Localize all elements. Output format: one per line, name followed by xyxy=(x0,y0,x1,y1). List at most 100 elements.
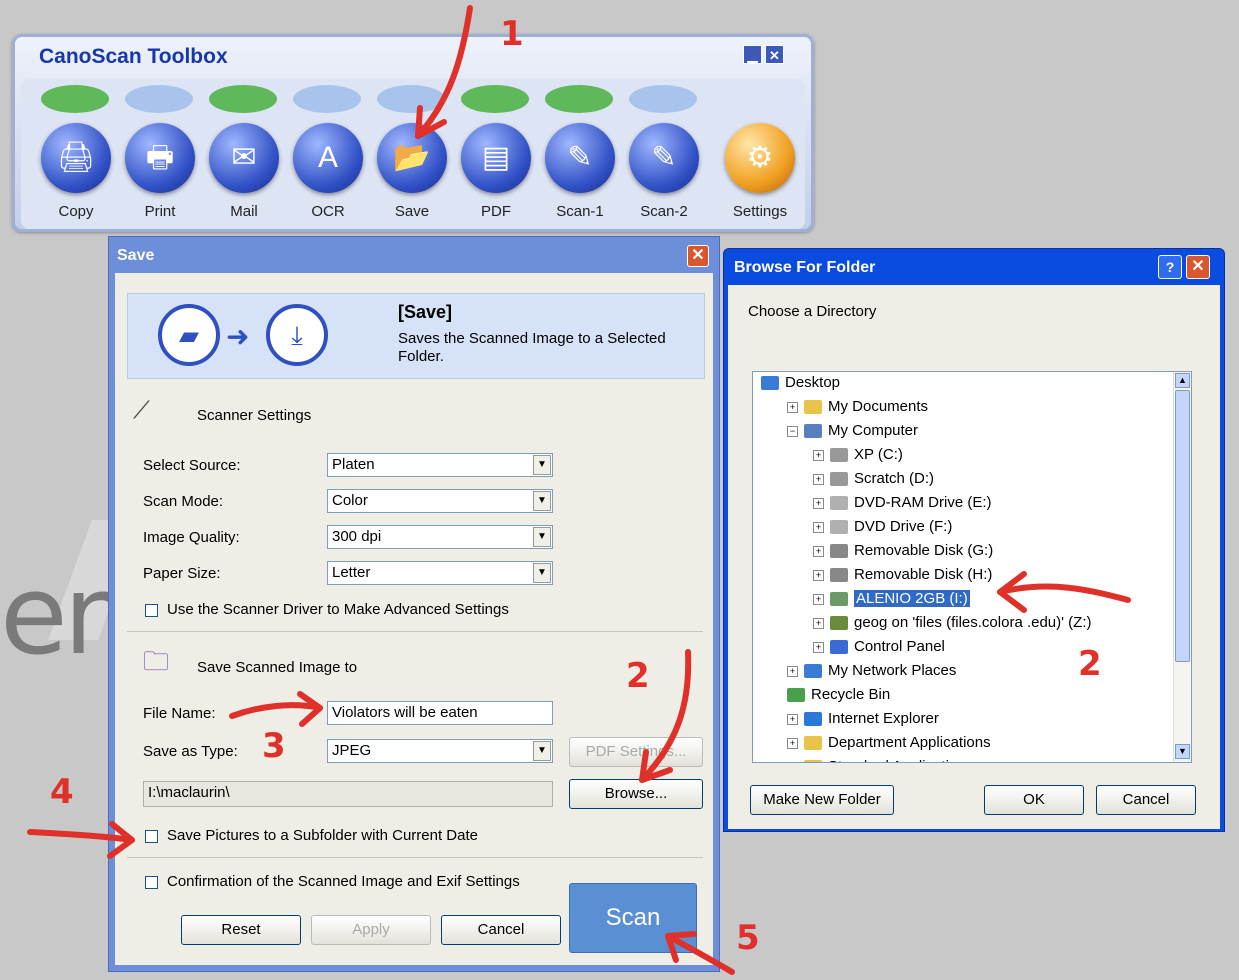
pdf-label: PDF xyxy=(481,203,511,220)
toolbox-button-row: 🖨 🖶 ✉ A 📂 ▤ ✎ ✎ ⚙ Copy Print Mail OCR Sa… xyxy=(21,79,805,229)
settings-icon[interactable]: ⚙ xyxy=(725,123,795,193)
browse-cancel-button[interactable]: Cancel xyxy=(1096,785,1196,815)
internet-explorer-icon xyxy=(804,712,822,727)
browse-button[interactable]: Browse... xyxy=(569,779,703,809)
help-icon[interactable]: ? xyxy=(1158,255,1182,279)
scan-1-label: Scan-1 xyxy=(556,203,604,220)
chevron-down-icon[interactable]: ▼ xyxy=(533,563,551,583)
tree-item[interactable]: Recycle Bin xyxy=(787,686,890,703)
scan-1-icon[interactable]: ✎ xyxy=(545,123,615,193)
annotation-4: 4 xyxy=(50,772,74,812)
chevron-down-icon[interactable]: ▼ xyxy=(533,491,551,511)
expand-icon[interactable]: + xyxy=(787,761,798,762)
tree-item[interactable]: + Removable Disk (H:) xyxy=(813,566,992,583)
scan-2-icon[interactable]: ✎ xyxy=(629,123,699,193)
arrow-right-icon: ➜ xyxy=(226,321,250,352)
expand-icon[interactable]: + xyxy=(813,545,824,557)
advanced-settings-checkbox[interactable] xyxy=(145,604,158,617)
chevron-down-icon[interactable]: ▼ xyxy=(533,455,551,475)
close-icon[interactable]: ✕ xyxy=(765,45,784,64)
tree-item[interactable]: + XP (C:) xyxy=(813,446,903,463)
ocr-icon[interactable]: A xyxy=(293,123,363,193)
tree-item[interactable]: + geog on 'files (files.colora .edu)' (Z:… xyxy=(813,614,1092,631)
pdf-icon[interactable]: ▤ xyxy=(461,123,531,193)
scan-button[interactable]: Scan xyxy=(569,883,697,953)
tree-item-label: ALENIO 2GB (I:) xyxy=(854,590,970,607)
tree-item[interactable]: + DVD-RAM Drive (E:) xyxy=(813,494,992,511)
usb-drive-icon xyxy=(830,592,848,607)
apply-button[interactable]: Apply xyxy=(311,915,431,945)
folder-tree[interactable]: Desktop + My Documents − My Computer + XP (C:)… xyxy=(752,371,1192,763)
paper-size-dropdown[interactable]: Letter ▼ xyxy=(327,561,553,585)
pdf-settings-button[interactable]: PDF Settings... xyxy=(569,737,703,767)
tree-item[interactable]: + Department Applications xyxy=(787,734,991,751)
tree-item[interactable]: + Control Panel xyxy=(813,638,945,655)
image-quality-dropdown[interactable]: 300 dpi ▼ xyxy=(327,525,553,549)
expand-icon[interactable]: + xyxy=(787,713,798,725)
expand-icon[interactable]: + xyxy=(787,401,798,413)
expand-icon[interactable]: + xyxy=(813,593,824,605)
copy-icon[interactable]: 🖨 xyxy=(41,123,111,193)
make-new-folder-button[interactable]: Make New Folder xyxy=(750,785,894,815)
copy-printer-pill[interactable] xyxy=(41,85,109,113)
pdf-pill[interactable] xyxy=(461,85,529,113)
mail-label: Mail xyxy=(230,203,258,220)
save-type-dropdown[interactable]: JPEG ▼ xyxy=(327,739,553,763)
save-dialog-title: Save xyxy=(117,247,155,264)
tree-item[interactable]: + My Network Places xyxy=(787,662,956,679)
select-source-dropdown[interactable]: Platen ▼ xyxy=(327,453,553,477)
banner-title: [Save] xyxy=(398,302,453,322)
expand-icon[interactable]: + xyxy=(813,449,824,461)
scrollbar-thumb[interactable] xyxy=(1175,390,1190,662)
scan-1-pill[interactable] xyxy=(545,85,613,113)
scroll-up-icon[interactable]: ▲ xyxy=(1175,373,1190,388)
folder-save-icon: ⤓ xyxy=(266,304,328,366)
chevron-down-icon[interactable]: ▼ xyxy=(533,527,551,547)
tree-item[interactable]: + Removable Disk (G:) xyxy=(813,542,993,559)
cancel-button[interactable]: Cancel xyxy=(441,915,561,945)
mail-icon[interactable]: ✉ xyxy=(209,123,279,193)
tree-scrollbar[interactable]: ▲ ▼ xyxy=(1173,372,1191,762)
expand-icon[interactable]: + xyxy=(787,737,798,749)
tree-item[interactable]: Desktop xyxy=(761,374,840,391)
collapse-icon[interactable]: − xyxy=(787,425,798,437)
ok-button[interactable]: OK xyxy=(984,785,1084,815)
tree-item[interactable]: + ALENIO 2GB (I:) xyxy=(813,590,970,607)
tree-item[interactable]: − My Computer xyxy=(787,422,918,439)
tree-item-label: Scratch (D:) xyxy=(854,470,935,487)
expand-icon[interactable]: + xyxy=(813,473,824,485)
file-name-input[interactable]: Violators will be eaten xyxy=(327,701,553,725)
tree-item-label: Recycle Bin xyxy=(811,686,891,703)
image-quality-label: Image Quality: xyxy=(143,529,240,546)
tree-item[interactable]: + Standard Applications xyxy=(787,758,973,762)
select-source-value: Platen xyxy=(332,456,375,473)
save-section-label: Save Scanned Image to xyxy=(197,659,358,676)
close-icon[interactable]: ✕ xyxy=(1186,255,1210,279)
mail-pill[interactable] xyxy=(209,85,277,113)
expand-icon[interactable]: + xyxy=(787,665,798,677)
tree-item[interactable]: + DVD Drive (F:) xyxy=(813,518,952,535)
scan-mode-dropdown[interactable]: Color ▼ xyxy=(327,489,553,513)
chevron-down-icon[interactable]: ▼ xyxy=(533,741,551,761)
subfolder-checkbox[interactable] xyxy=(145,830,158,843)
close-icon[interactable]: ✕ xyxy=(687,245,709,267)
confirmation-checkbox[interactable] xyxy=(145,876,158,889)
print-icon[interactable]: 🖶 xyxy=(125,123,195,193)
expand-icon[interactable]: + xyxy=(813,641,824,653)
banner-description-2: Folder. xyxy=(398,348,444,365)
drive-icon xyxy=(830,448,848,463)
tree-item[interactable]: + My Documents xyxy=(787,398,928,415)
save-icon[interactable]: 📂 xyxy=(377,123,447,193)
expand-icon[interactable]: + xyxy=(813,521,824,533)
tree-item-label: Removable Disk (H:) xyxy=(854,566,993,583)
expand-icon[interactable]: + xyxy=(813,569,824,581)
expand-icon[interactable]: + xyxy=(813,497,824,509)
expand-icon[interactable]: + xyxy=(813,617,824,629)
scroll-down-icon[interactable]: ▼ xyxy=(1175,744,1190,759)
tree-item[interactable]: + Scratch (D:) xyxy=(813,470,934,487)
tree-item[interactable]: + Internet Explorer xyxy=(787,710,939,727)
tree-item-label: Control Panel xyxy=(854,638,945,655)
minimize-icon[interactable]: ▁ xyxy=(743,45,762,64)
save-label: Save xyxy=(394,203,430,220)
reset-button[interactable]: Reset xyxy=(181,915,301,945)
